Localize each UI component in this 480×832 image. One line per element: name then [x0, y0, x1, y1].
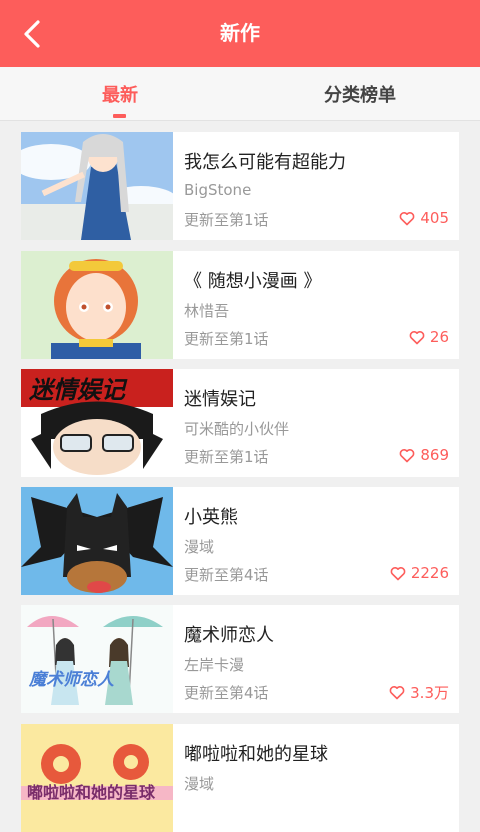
comic-cover [21, 132, 173, 240]
comic-cover: 迷情娱记 [21, 369, 173, 477]
comic-cover [21, 251, 173, 359]
comic-update-status: 更新至第1话 [184, 211, 269, 229]
like-count[interactable]: 26 [409, 328, 449, 346]
comic-author: 可米酷的小伙伴 [184, 420, 290, 438]
app-header: 新作 [0, 0, 480, 67]
comic-card[interactable]: 魔术师恋人 魔术师恋人 左岸卡漫 更新至第4话 3.3万 [21, 605, 459, 713]
heart-icon [399, 211, 415, 225]
comic-title: 我怎么可能有超能力 [184, 152, 346, 173]
heart-icon [399, 448, 415, 462]
comic-cover: 嘟啦啦和她的星球 [21, 724, 173, 832]
cover-title-text: 嘟啦啦和她的星球 [27, 783, 156, 802]
comic-author: BigStone [184, 181, 252, 199]
comic-title: 小英熊 [184, 507, 238, 528]
comic-title: 嘟啦啦和她的星球 [184, 744, 328, 765]
comic-card[interactable]: 迷情娱记 迷情娱记 可米酷的小伙伴 更新至第1话 869 [21, 369, 459, 477]
like-count[interactable]: 3.3万 [389, 682, 449, 703]
comic-title: 魔术师恋人 [184, 625, 274, 646]
heart-icon [390, 566, 406, 580]
tab-category-ranking[interactable]: 分类榜单 [300, 67, 420, 120]
like-count[interactable]: 869 [399, 446, 449, 464]
cover-title-text: 迷情娱记 [28, 376, 128, 404]
heart-icon [389, 686, 405, 700]
like-count-value: 869 [420, 446, 449, 464]
tab-latest[interactable]: 最新 [60, 67, 180, 120]
active-tab-indicator [113, 114, 126, 118]
like-count-value: 26 [429, 328, 449, 346]
comic-update-status: 更新至第1话 [184, 330, 269, 348]
comic-cover [21, 487, 173, 595]
comic-update-status: 更新至第1话 [184, 448, 269, 466]
heart-icon [409, 330, 425, 344]
tab-bar: 最新 分类榜单 [0, 67, 480, 121]
comic-card[interactable]: 小英熊 漫域 更新至第4话 2226 [21, 487, 459, 595]
comic-title: 《 随想小漫画 》 [184, 271, 322, 292]
like-count-value: 405 [420, 209, 449, 227]
comic-card[interactable]: 嘟啦啦和她的星球 嘟啦啦和她的星球 漫域 [21, 724, 459, 832]
comic-author: 左岸卡漫 [184, 656, 245, 674]
comic-cover: 魔术师恋人 [21, 605, 173, 713]
page-title: 新作 [220, 21, 260, 45]
like-count[interactable]: 2226 [390, 564, 449, 582]
like-count-value: 3.3万 [410, 684, 449, 702]
comic-author: 漫域 [184, 775, 215, 793]
comic-update-status: 更新至第4话 [184, 566, 269, 584]
comic-author: 漫域 [184, 538, 215, 556]
like-count-value: 2226 [410, 564, 449, 582]
comic-card[interactable]: 我怎么可能有超能力 BigStone 更新至第1话 405 [21, 132, 459, 240]
cover-title-text: 魔术师恋人 [28, 670, 115, 690]
comic-update-status: 更新至第4话 [184, 684, 269, 702]
comic-title: 迷情娱记 [184, 389, 256, 410]
comic-author: 林惜吾 [184, 302, 230, 320]
comic-card[interactable]: 《 随想小漫画 》 林惜吾 更新至第1话 26 [21, 251, 459, 359]
like-count[interactable]: 405 [399, 209, 449, 227]
